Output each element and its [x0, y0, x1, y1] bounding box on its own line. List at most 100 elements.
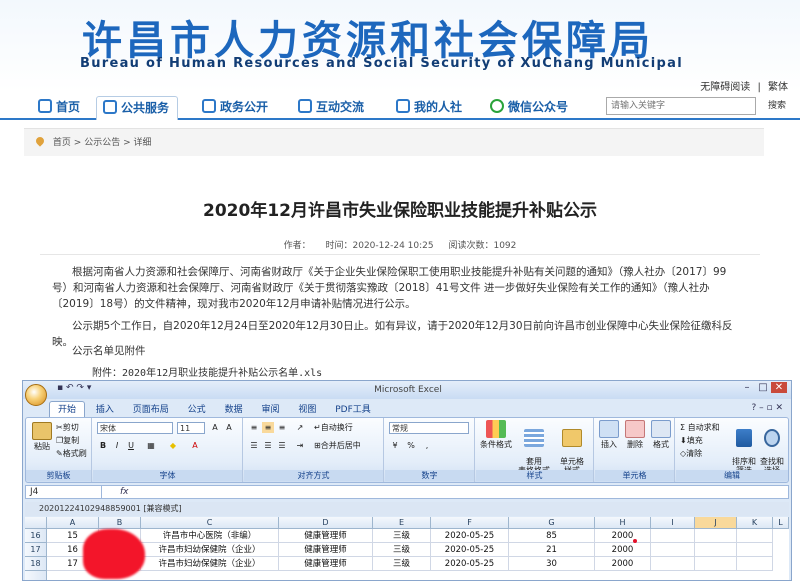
tab-page-layout[interactable]: 页面布局 [125, 402, 177, 418]
table-cell[interactable]: 三级 [373, 529, 431, 543]
align-bottom-icon[interactable]: ≡ [276, 422, 288, 433]
clear-button[interactable]: ◇清除 [680, 448, 702, 459]
font-size-select[interactable]: 11 [177, 422, 205, 434]
table-cell[interactable] [737, 557, 773, 571]
tab-review[interactable]: 审阅 [253, 402, 287, 418]
format-painter-button[interactable]: ✎格式刷 [56, 448, 87, 459]
table-cell[interactable] [651, 557, 695, 571]
table-cell[interactable]: 85 [509, 529, 595, 543]
spreadsheet-grid[interactable]: A B C D E F G H I J K L 16 15 许昌市中心医院（非编… [25, 517, 789, 580]
column-header[interactable]: E [373, 517, 431, 529]
tab-data[interactable]: 数据 [217, 402, 251, 418]
table-cell[interactable] [695, 557, 737, 571]
align-top-icon[interactable]: ≡ [248, 422, 260, 433]
orientation-icon[interactable]: ↗ [294, 422, 306, 433]
table-cell[interactable]: 许昌市中心医院（非编） [141, 529, 279, 543]
font-name-select[interactable]: 宋体 [97, 422, 173, 434]
workbook-tab[interactable]: 20201224102948859001 [兼容模式] [25, 502, 789, 516]
breadcrumb-home[interactable]: 首页 [53, 138, 71, 148]
shrink-font-icon[interactable]: A [223, 422, 235, 433]
nav-item-my-account[interactable]: 我的人社 [390, 96, 470, 120]
nav-item-public-affairs[interactable]: 政务公开 [196, 96, 276, 120]
office-button[interactable] [25, 384, 47, 406]
conditional-format-button[interactable]: 条件格式 [478, 420, 514, 450]
column-header[interactable]: K [737, 517, 773, 529]
align-left-icon[interactable]: ☰ [248, 440, 260, 451]
autosum-button[interactable]: Σ 自动求和 [680, 422, 720, 433]
border-icon[interactable]: ▦ [145, 440, 157, 451]
align-center-icon[interactable]: ☰ [262, 440, 274, 451]
grow-font-icon[interactable]: A [209, 422, 221, 433]
redo-icon[interactable]: ↷ [76, 383, 84, 393]
cell-style-button[interactable]: 单元格 样式 [554, 420, 590, 475]
table-cell[interactable] [695, 529, 737, 543]
column-header[interactable]: H [595, 517, 651, 529]
row-header[interactable] [25, 571, 47, 580]
table-cell[interactable]: 2020-05-25 [431, 529, 509, 543]
column-header[interactable]: C [141, 517, 279, 529]
find-select-button[interactable]: 查找和 选择 [758, 420, 786, 475]
help-icon[interactable]: ? [751, 403, 756, 413]
close-icon[interactable]: ✕ [771, 382, 787, 393]
nav-item-interaction[interactable]: 互动交流 [292, 96, 372, 120]
traditional-chinese-link[interactable]: 繁体 [768, 82, 788, 93]
table-cell[interactable]: 健康管理师 [279, 543, 373, 557]
select-all-corner[interactable] [25, 517, 47, 529]
table-cell[interactable] [737, 529, 773, 543]
nav-item-wechat[interactable]: 微信公众号 [484, 96, 576, 120]
insert-cells-button[interactable]: 插入 [597, 420, 621, 450]
save-icon[interactable]: ▪ [57, 383, 63, 393]
row-header[interactable]: 18 [25, 557, 47, 571]
table-cell[interactable]: 21 [509, 543, 595, 557]
fill-button[interactable]: ⬇填充 [680, 435, 703, 446]
cut-button[interactable]: ✂剪切 [56, 422, 79, 433]
table-cell[interactable]: 30 [509, 557, 595, 571]
table-cell[interactable]: 2000 [595, 543, 651, 557]
table-cell[interactable]: 许昌市妇幼保健院（企业） [141, 557, 279, 571]
table-cell[interactable]: 许昌市妇幼保健院（企业） [141, 543, 279, 557]
format-cells-button[interactable]: 格式 [649, 420, 673, 450]
nav-item-home[interactable]: 首页 [32, 96, 88, 120]
table-cell[interactable]: 三级 [373, 543, 431, 557]
delete-cells-button[interactable]: 删除 [623, 420, 647, 450]
table-cell[interactable]: 2000 [595, 557, 651, 571]
column-header[interactable]: A [47, 517, 99, 529]
column-header[interactable]: G [509, 517, 595, 529]
italic-button[interactable]: I [111, 440, 123, 451]
tab-formulas[interactable]: 公式 [180, 402, 214, 418]
accessibility-link[interactable]: 无障碍阅读 [700, 82, 750, 93]
search-button[interactable]: 搜索 [768, 97, 786, 115]
align-right-icon[interactable]: ☰ [276, 440, 288, 451]
tab-insert[interactable]: 插入 [88, 402, 122, 418]
currency-icon[interactable]: ¥ [389, 440, 401, 451]
table-cell[interactable] [695, 543, 737, 557]
column-header[interactable]: J [695, 517, 737, 529]
table-cell[interactable]: 健康管理师 [279, 529, 373, 543]
fill-color-icon[interactable]: ◆ [167, 440, 179, 451]
bold-button[interactable]: B [97, 440, 109, 451]
underline-button[interactable]: U [125, 440, 137, 451]
table-cell[interactable]: 2020-05-25 [431, 557, 509, 571]
tab-home[interactable]: 开始 [49, 401, 86, 418]
sort-filter-button[interactable]: 排序和 筛选 [730, 420, 758, 475]
search-input[interactable] [606, 97, 756, 115]
percent-button[interactable]: % [405, 440, 417, 451]
paste-button[interactable]: 粘贴 [30, 422, 54, 452]
tab-view[interactable]: 视图 [290, 402, 324, 418]
breadcrumb-notices[interactable]: 公示公告 [84, 138, 120, 148]
table-cell[interactable]: 三级 [373, 557, 431, 571]
row-header[interactable]: 17 [25, 543, 47, 557]
indent-icon[interactable]: ⇥ [294, 440, 306, 451]
close-icon[interactable]: ✕ [775, 403, 783, 413]
column-header[interactable]: B [99, 517, 141, 529]
restore-icon[interactable]: ▫ [766, 403, 772, 413]
column-header[interactable]: F [431, 517, 509, 529]
row-header[interactable]: 16 [25, 529, 47, 543]
tab-pdf-tools[interactable]: PDF工具 [327, 402, 379, 418]
maximize-icon[interactable]: □ [755, 382, 771, 393]
minimize-icon[interactable]: – [759, 403, 764, 413]
copy-button[interactable]: ❐复制 [56, 435, 79, 446]
number-format-select[interactable]: 常规 [389, 422, 469, 434]
table-cell[interactable] [737, 543, 773, 557]
table-cell[interactable]: 2020-05-25 [431, 543, 509, 557]
